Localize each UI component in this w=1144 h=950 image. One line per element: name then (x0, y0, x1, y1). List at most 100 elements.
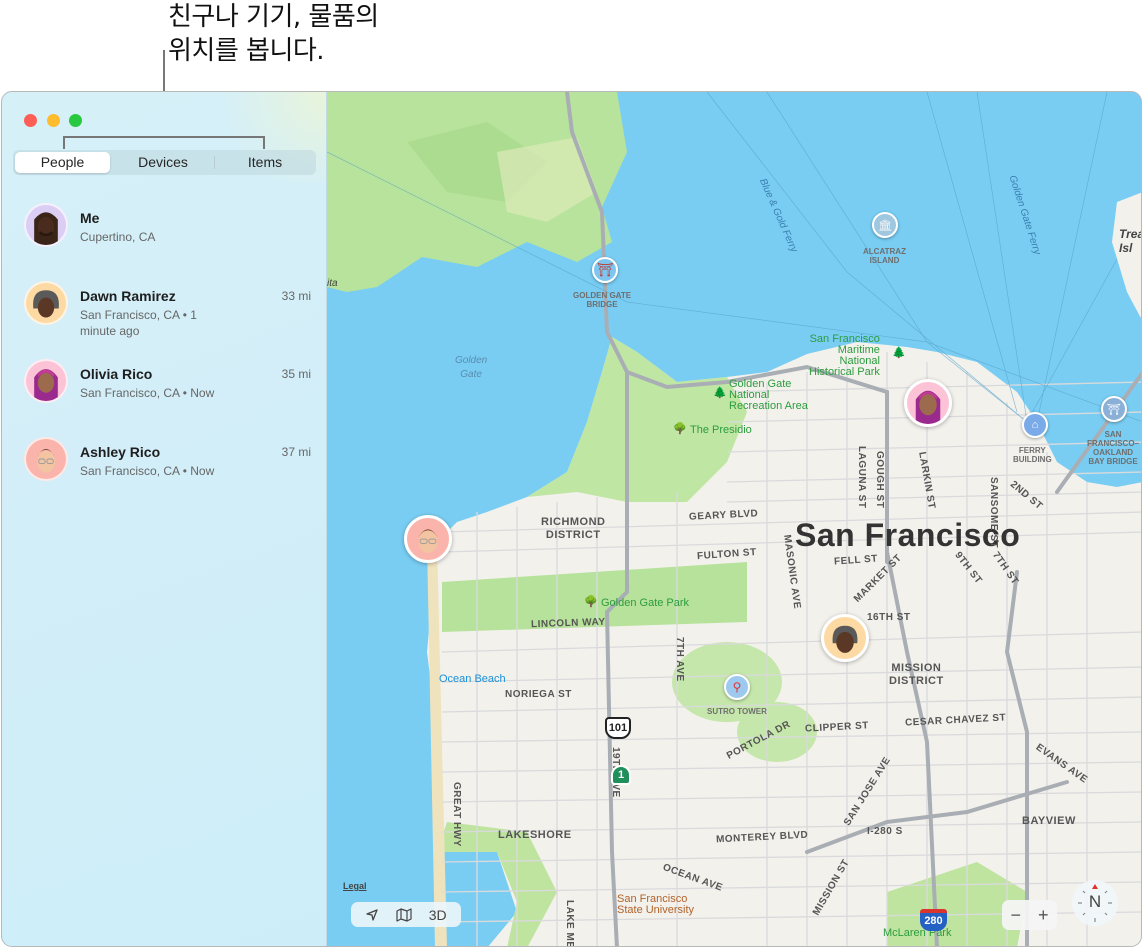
map-pin-dawn-ramirez[interactable] (821, 614, 869, 662)
person-location: San Francisco, CA • Now (80, 464, 215, 478)
zoom-controls: − + (1002, 900, 1057, 930)
avatar (24, 281, 68, 325)
memoji-dawn (33, 290, 59, 318)
label-city: San Francisco (795, 517, 1021, 553)
label-golden-gate-water: Golden Gate (455, 355, 488, 380)
tab-people[interactable]: People (15, 152, 110, 173)
memoji-olivia (915, 390, 941, 424)
tree-icon: 🌳 (584, 596, 598, 608)
person-distance: 37 mi (281, 445, 311, 459)
close-button[interactable] (24, 114, 37, 127)
label-sutro-tower: SUTRO TOWER (707, 707, 767, 716)
list-item-ashley-rico[interactable]: Ashley Rico San Francisco, CA • Now 37 m… (2, 436, 327, 514)
street-label: GREAT HWY (451, 782, 462, 847)
zoom-in-button[interactable]: + (1038, 905, 1049, 926)
callout-line-1: 친구나 기기, 물품의 (168, 2, 379, 32)
callout-bracket-horizontal (63, 136, 265, 138)
map-controls: 3D (351, 902, 461, 927)
bridge-icon: ⛩ (596, 262, 614, 277)
person-location: San Francisco, CA • Now (80, 386, 215, 400)
landmark-golden-gate-bridge[interactable]: ⛩ (592, 257, 618, 283)
memoji-ashley (418, 529, 438, 553)
person-name: Me (80, 210, 100, 226)
lighthouse-icon: 🏛 (878, 219, 892, 232)
tree-icon: 🌳 (673, 423, 687, 435)
segmented-control: People Devices Items (13, 150, 316, 175)
landmark-sutro-tower[interactable]: ⚲ (724, 674, 750, 700)
location-arrow-icon (366, 908, 378, 921)
memoji-ashley (36, 449, 56, 473)
landmark-ferry-building[interactable]: ⌂ (1022, 412, 1048, 438)
label-sfsu: San Francisco State University (617, 893, 695, 916)
clock-tower-icon: ⌂ (1031, 419, 1039, 431)
label-mission: MISSION DISTRICT (889, 662, 944, 687)
person-distance: 35 mi (281, 367, 311, 381)
label-golden-gate-bridge: GOLDEN GATE BRIDGE (573, 291, 632, 309)
list-item-me[interactable]: Me Cupertino, CA (2, 202, 327, 280)
map-pin-ashley-rico[interactable] (404, 515, 452, 563)
highway-shield-280: 280 (920, 909, 947, 931)
label-presidio: The Presidio (690, 424, 752, 436)
location-arrow-button[interactable] (365, 908, 379, 922)
label-ggnra: Golden Gate National Recreation Area (729, 378, 808, 412)
person-name: Dawn Ramirez (80, 288, 176, 304)
callout-bracket-right (263, 136, 265, 149)
street-label: LAGUNA ST (856, 446, 867, 509)
landmark-alcatraz[interactable]: 🏛 (872, 212, 898, 238)
callout-text: 친구나 기기, 물품의 위치를 봅니다. (168, 0, 379, 68)
person-name: Ashley Rico (80, 444, 161, 460)
tree-icon: 🌲 (892, 347, 906, 359)
street-label: 16TH ST (867, 612, 911, 623)
list-item-dawn-ramirez[interactable]: Dawn Ramirez San Francisco, CA • 1 minut… (2, 280, 327, 358)
zoom-button[interactable] (69, 114, 82, 127)
legal-link[interactable]: Legal (343, 881, 367, 891)
label-lakeshore: LAKESHORE (498, 829, 572, 841)
callout-line-2: 위치를 봅니다. (168, 36, 325, 66)
compass-button[interactable]: N (1072, 880, 1118, 926)
label-richmond: RICHMOND DISTRICT (541, 516, 606, 541)
label-golden-gate-park: Golden Gate Park (601, 597, 690, 609)
3d-button[interactable]: 3D (429, 907, 447, 923)
tab-devices[interactable]: Devices (112, 150, 214, 175)
map-icon (396, 907, 412, 922)
bridge-icon: ⛩ (1107, 403, 1121, 416)
label-maritime-park: San Francisco Maritime National Historic… (809, 333, 880, 378)
sidebar: People Devices Items Me Cupertino, CA Da… (2, 92, 327, 946)
avatar (24, 359, 68, 403)
person-location: Cupertino, CA (80, 230, 156, 244)
label-ferry-building: FERRY BUILDING (1013, 446, 1052, 464)
list-item-olivia-rico[interactable]: Olivia Rico San Francisco, CA • Now 35 m… (2, 358, 327, 436)
map-pin-olivia-rico[interactable] (904, 379, 952, 427)
label-bay-bridge: SAN FRANCISCO– OAKLAND BAY BRIDGE (1087, 430, 1140, 466)
zoom-out-button[interactable]: − (1010, 905, 1021, 926)
label-ocean-beach: Ocean Beach (439, 673, 506, 685)
label-sausalito-partial: ita (327, 278, 338, 289)
callout-bracket-left (63, 136, 65, 149)
map-view[interactable]: Golden Gate Blue & Gold Ferry Golden Gat… (327, 92, 1142, 946)
highway-shield-1: 1 (611, 765, 631, 785)
street-label: 7TH AVE (674, 637, 685, 682)
person-location: San Francisco, CA • 1 minute ago (80, 308, 197, 338)
street-label: NORIEGA ST (505, 689, 572, 700)
memoji-me (34, 212, 58, 245)
tab-items[interactable]: Items (214, 150, 316, 175)
label-bayview: BAYVIEW (1022, 815, 1076, 827)
label-alcatraz: ALCATRAZ ISLAND (863, 247, 906, 265)
avatar (24, 203, 68, 247)
minimize-button[interactable] (47, 114, 60, 127)
label-treasure-island: Trea Isl (1119, 227, 1142, 255)
person-distance: 33 mi (281, 289, 311, 303)
highway-shield-101: 101 (605, 717, 631, 739)
compass-north-label: N (1088, 892, 1102, 911)
street-label: LAKE MER (564, 900, 575, 946)
street-label: SANSOME ST (988, 477, 999, 549)
map-mode-button[interactable] (396, 907, 412, 922)
street-label: GOUGH ST (874, 451, 885, 509)
tower-icon: ⚲ (732, 680, 742, 694)
memoji-dawn (832, 625, 858, 653)
landmark-bay-bridge[interactable]: ⛩ (1101, 396, 1127, 422)
people-list: Me Cupertino, CA Dawn Ramirez San Franci… (2, 202, 327, 514)
street-label: I-280 S (867, 826, 903, 837)
memoji-olivia (34, 369, 58, 401)
tree-icon: 🌲 (713, 387, 727, 399)
